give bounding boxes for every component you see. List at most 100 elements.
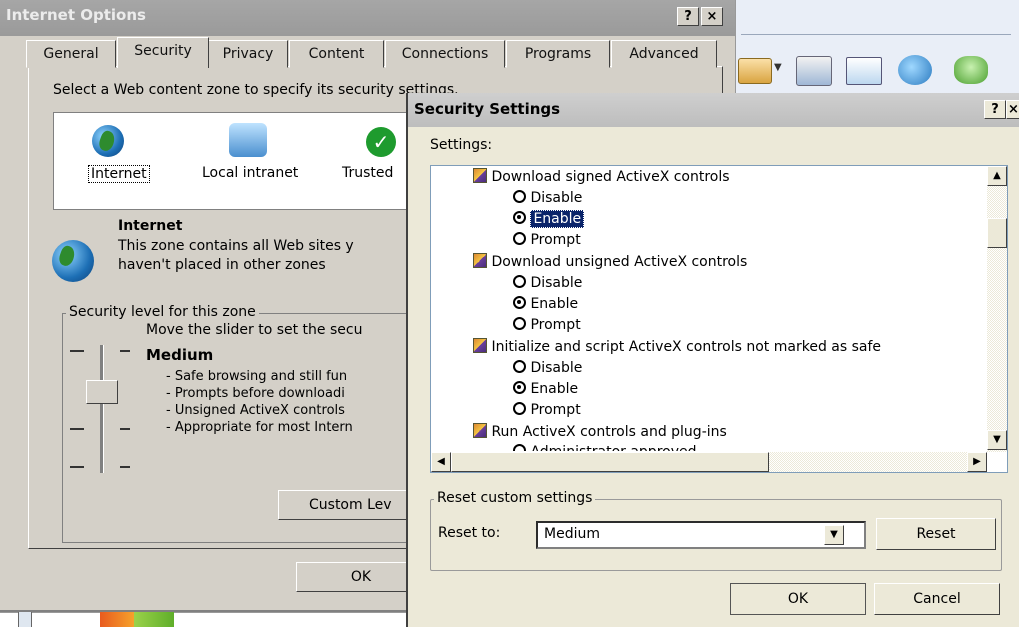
security-settings-dialog: Security Settings ? × Settings: Download…	[406, 93, 1019, 627]
browser-toolbar: ▼	[735, 0, 1019, 95]
radio-option[interactable]: Enable	[513, 209, 585, 230]
radio-option[interactable]: Enable	[513, 379, 578, 400]
setting-shield-icon	[473, 168, 487, 183]
messenger-icon[interactable]	[898, 55, 932, 85]
slider-track	[100, 345, 104, 473]
background-strip	[0, 612, 410, 628]
help-button[interactable]: ?	[984, 100, 1006, 119]
scroll-up-arrow-icon[interactable]: ▲	[987, 166, 1007, 186]
custom-level-button[interactable]: Custom Lev	[278, 490, 418, 520]
radio-label-selected: Enable	[530, 210, 585, 228]
tab-advanced[interactable]: Advanced	[611, 40, 717, 68]
dropdown-arrow-icon[interactable]: ▼	[824, 525, 844, 545]
app-icon	[134, 612, 174, 627]
window-title: Internet Options	[6, 6, 146, 24]
setting-shield-icon	[473, 423, 487, 438]
horizontal-scroll-thumb[interactable]	[451, 452, 769, 472]
people-icon[interactable]	[954, 56, 988, 84]
cancel-button[interactable]: Cancel	[874, 583, 1000, 615]
ok-button[interactable]: OK	[730, 583, 866, 615]
tab-general[interactable]: General	[26, 40, 116, 68]
zone-internet[interactable]: Internet	[88, 165, 150, 183]
close-button[interactable]: ×	[1006, 100, 1019, 119]
level-point: - Appropriate for most Intern	[166, 420, 353, 435]
reset-to-value: Medium	[544, 526, 600, 542]
local-intranet-icon[interactable]	[229, 123, 267, 157]
scroll-right-arrow-icon[interactable]: ▶	[967, 452, 987, 472]
chevron-down-icon[interactable]: ▼	[774, 62, 782, 73]
zone-title: Internet	[118, 218, 183, 234]
setting-group: Download unsigned ActiveX controls	[473, 252, 747, 273]
mail-icon[interactable]	[738, 58, 772, 84]
radio-option[interactable]: Disable	[513, 273, 582, 294]
security-slider-thumb[interactable]	[86, 380, 118, 404]
radio-option[interactable]: Prompt	[513, 315, 581, 336]
level-point: - Safe browsing and still fun	[166, 369, 348, 384]
slider-tick	[70, 466, 84, 468]
slider-tick	[120, 466, 130, 468]
zone-prompt: Select a Web content zone to specify its…	[53, 82, 459, 98]
scroll-down-arrow-icon[interactable]: ▼	[987, 430, 1007, 450]
radio-button[interactable]	[513, 296, 526, 309]
toolbar-divider	[741, 34, 1011, 35]
tab-security[interactable]: Security	[117, 37, 209, 68]
vertical-scroll-thumb[interactable]	[987, 218, 1007, 248]
close-button[interactable]: ×	[701, 7, 723, 26]
radio-button[interactable]	[513, 381, 526, 394]
tab-privacy[interactable]: Privacy	[208, 40, 288, 68]
setting-group: Initialize and script ActiveX controls n…	[473, 337, 881, 358]
slider-tick	[120, 350, 130, 352]
radio-button[interactable]	[513, 317, 526, 330]
internet-options-titlebar[interactable]: Internet Options ? ×	[0, 0, 735, 36]
help-button[interactable]: ?	[677, 7, 699, 26]
reset-group-label: Reset custom settings	[434, 490, 596, 506]
zone-description-line1: This zone contains all Web sites y	[118, 238, 354, 254]
app-icon	[100, 612, 134, 627]
security-settings-titlebar[interactable]: Security Settings ? ×	[408, 93, 1019, 127]
radio-option[interactable]: Disable	[513, 358, 582, 379]
setting-group: Download signed ActiveX controls	[473, 167, 730, 188]
level-point: - Prompts before downloadi	[166, 386, 345, 401]
setting-group: Run ActiveX controls and plug-ins	[473, 422, 727, 443]
zone-local-intranet[interactable]: Local intranet	[202, 165, 298, 181]
radio-button[interactable]	[513, 190, 526, 203]
taskbar-item	[18, 612, 32, 627]
tab-connections[interactable]: Connections	[385, 40, 505, 68]
radio-button[interactable]	[513, 211, 526, 224]
zone-globe-icon	[52, 240, 94, 282]
radio-button[interactable]	[513, 360, 526, 373]
vertical-scrollbar[interactable]	[987, 166, 1007, 452]
settings-label: Settings:	[430, 137, 493, 153]
radio-option[interactable]: Disable	[513, 188, 582, 209]
dialog-title: Security Settings	[414, 100, 561, 118]
setting-shield-icon	[473, 253, 487, 268]
reset-to-select[interactable]: Medium ▼	[536, 521, 866, 549]
radio-option[interactable]: Prompt	[513, 230, 581, 251]
security-group-label: Security level for this zone	[66, 304, 259, 320]
edit-icon[interactable]	[846, 57, 882, 85]
level-point: - Unsigned ActiveX controls	[166, 403, 345, 418]
radio-button[interactable]	[513, 402, 526, 415]
tab-content[interactable]: Content	[289, 40, 384, 68]
setting-shield-icon	[473, 338, 487, 353]
slider-tick	[120, 428, 130, 430]
slider-tick	[70, 350, 84, 352]
reset-button[interactable]: Reset	[876, 518, 996, 550]
reset-to-label: Reset to:	[438, 525, 501, 541]
print-icon[interactable]	[796, 56, 832, 86]
tab-programs[interactable]: Programs	[506, 40, 610, 68]
settings-tree[interactable]: Download signed ActiveX controls Disable…	[430, 165, 1008, 473]
slider-tick	[70, 428, 84, 430]
radio-button[interactable]	[513, 232, 526, 245]
radio-option[interactable]: Prompt	[513, 400, 581, 421]
radio-button[interactable]	[513, 275, 526, 288]
trusted-check-icon[interactable]: ✓	[366, 127, 396, 157]
radio-option[interactable]: Enable	[513, 294, 578, 315]
level-name: Medium	[146, 346, 214, 364]
scroll-left-arrow-icon[interactable]: ◀	[431, 452, 451, 472]
internet-globe-icon[interactable]	[92, 125, 124, 157]
slider-hint: Move the slider to set the secu	[146, 322, 363, 338]
zone-trusted[interactable]: Trusted	[342, 165, 393, 181]
zone-description-line2: haven't placed in other zones	[118, 257, 326, 273]
zone-list: Internet Local intranet ✓ Trusted	[53, 112, 413, 210]
